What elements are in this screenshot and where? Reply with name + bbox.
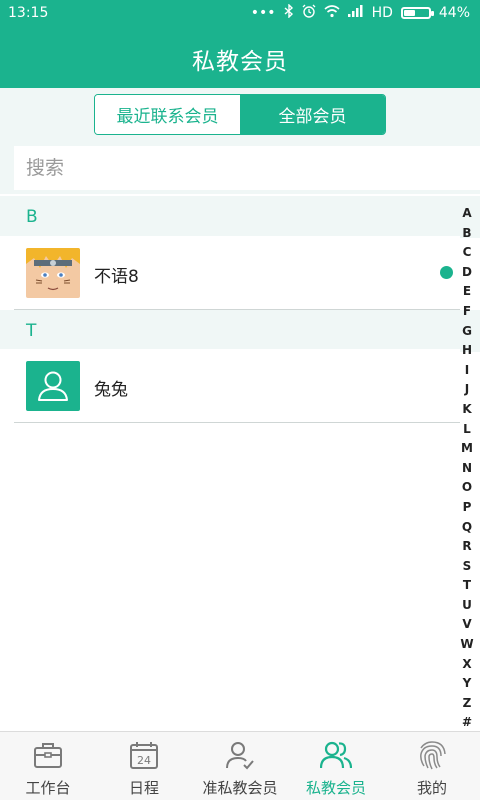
tab-all-members[interactable]: 全部会员 — [240, 95, 385, 134]
nav-item-mine[interactable]: 我的 — [384, 732, 480, 800]
tab-bar-container: 最近联系会员 全部会员 — [0, 88, 480, 146]
alphabet-index-letter[interactable]: C — [456, 243, 478, 263]
alphabet-index-letter[interactable]: L — [456, 420, 478, 440]
user-check-icon — [224, 740, 256, 770]
nav-item-prospective-members[interactable]: 准私教会员 — [192, 732, 288, 800]
nav-label: 私教会员 — [305, 779, 366, 797]
alphabet-index-letter[interactable]: I — [456, 361, 478, 381]
alphabet-index: A B C D E F G H I J K L M N O P Q R S T U V W X Y Z # — [456, 204, 478, 733]
alphabet-index-letter[interactable]: X — [456, 655, 478, 675]
segmented-control: 最近联系会员 全部会员 — [94, 94, 386, 135]
app-header: 13:15 ••• HD 44% 私教会员 — [0, 0, 480, 88]
member-row[interactable]: 不语8 — [0, 236, 460, 310]
alphabet-index-letter[interactable]: O — [456, 478, 478, 498]
page-title: 私教会员 — [192, 49, 288, 75]
battery-percent: 44% — [438, 5, 470, 21]
alarm-icon — [302, 4, 316, 22]
alphabet-index-letter[interactable]: G — [456, 322, 478, 342]
alphabet-index-letter[interactable]: P — [456, 498, 478, 518]
nav-item-workbench[interactable]: 工作台 — [0, 732, 96, 800]
search-input[interactable] — [14, 146, 480, 190]
calendar-icon: 24 — [128, 740, 160, 770]
nav-item-private-members[interactable]: 私教会员 — [288, 732, 384, 800]
alphabet-index-letter[interactable]: E — [456, 282, 478, 302]
battery-level-fill — [403, 10, 415, 16]
search-bar — [0, 146, 480, 194]
network-type: HD — [371, 5, 393, 21]
alphabet-index-letter[interactable]: W — [456, 635, 478, 655]
tab-recent-members[interactable]: 最近联系会员 — [95, 95, 240, 134]
alphabet-index-letter[interactable]: Z — [456, 694, 478, 714]
alphabet-index-letter[interactable]: J — [456, 380, 478, 400]
alphabet-index-letter[interactable]: T — [456, 576, 478, 596]
alphabet-index-letter[interactable]: K — [456, 400, 478, 420]
alphabet-index-letter[interactable]: F — [456, 302, 478, 322]
member-name: 不语8 — [94, 267, 139, 287]
status-icons: ••• HD 44% — [250, 3, 470, 22]
alphabet-index-letter[interactable]: N — [456, 459, 478, 479]
wifi-icon — [324, 4, 340, 22]
member-avatar-photo — [26, 248, 80, 298]
section-header-t: T — [0, 310, 480, 352]
users-icon — [319, 740, 353, 770]
alphabet-index-letter[interactable]: D — [456, 263, 478, 283]
alphabet-index-letter[interactable]: U — [456, 596, 478, 616]
status-bar: 13:15 ••• HD 44% — [0, 0, 480, 26]
nav-label: 工作台 — [25, 779, 71, 797]
alphabet-index-letter[interactable]: H — [456, 341, 478, 361]
member-row[interactable]: 兔兔 — [0, 349, 460, 423]
row-divider — [14, 422, 460, 423]
nav-label: 我的 — [416, 779, 447, 797]
briefcase-icon — [32, 740, 64, 770]
signal-icon — [347, 5, 364, 21]
alphabet-index-letter[interactable]: M — [456, 439, 478, 459]
alphabet-index-letter[interactable]: Y — [456, 674, 478, 694]
member-name: 兔兔 — [94, 380, 128, 400]
alphabet-index-letter[interactable]: S — [456, 557, 478, 577]
nav-label: 日程 — [128, 779, 159, 797]
alphabet-index-letter[interactable]: B — [456, 224, 478, 244]
alphabet-index-letter[interactable]: Q — [456, 518, 478, 538]
more-dots-icon: ••• — [250, 5, 276, 21]
nav-item-schedule[interactable]: 24 日程 — [96, 732, 192, 800]
bottom-nav: 工作台 24 日程 准私教会员 私教会员 我的 — [0, 731, 480, 800]
calendar-day-text: 24 — [137, 754, 151, 767]
alphabet-index-letter[interactable]: V — [456, 615, 478, 635]
nav-label: 准私教会员 — [202, 779, 278, 797]
section-header-b: B — [0, 196, 480, 238]
status-time: 13:15 — [8, 5, 49, 21]
alphabet-index-letter[interactable]: A — [456, 204, 478, 224]
battery-icon — [400, 7, 434, 19]
alphabet-index-letter[interactable]: R — [456, 537, 478, 557]
online-status-dot — [440, 266, 453, 279]
default-avatar-icon — [26, 361, 80, 411]
bluetooth-icon — [284, 3, 294, 22]
fingerprint-icon — [416, 740, 448, 770]
